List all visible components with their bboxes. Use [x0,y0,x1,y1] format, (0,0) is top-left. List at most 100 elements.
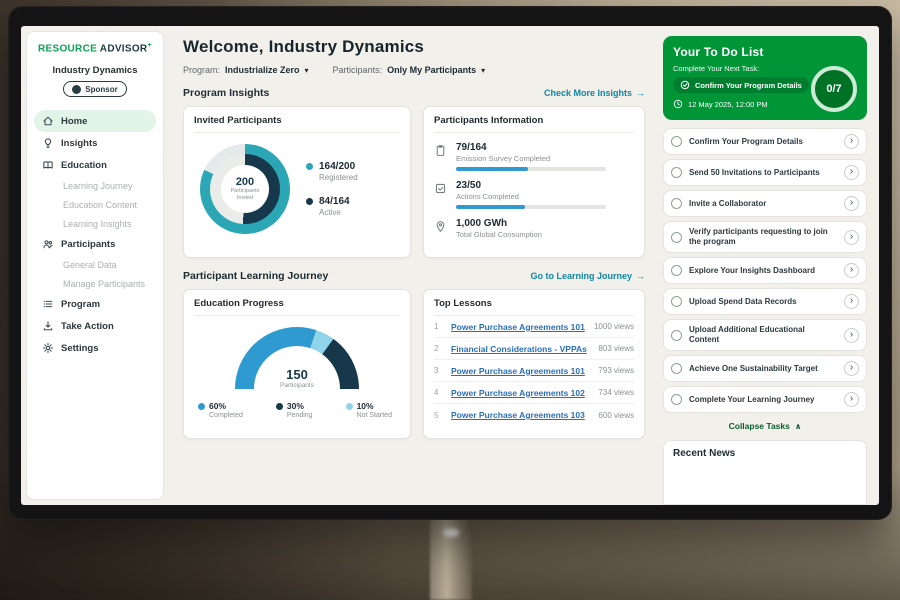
sidebar-item-label: Education [61,160,107,171]
emission-survey-row: 79/164 Emission Survey Completed [434,142,634,171]
task-confirm-program-details[interactable]: Confirm Your Program Details › [663,128,867,155]
scene: RESOURCE ADVISOR+ Industry Dynamics Spon… [0,0,900,600]
task-checkbox[interactable] [671,167,682,178]
task-checkbox[interactable] [671,198,682,209]
not-started-dot-icon [346,403,353,410]
pending-value: 30% [287,401,304,411]
sidebar-subitem-label: Manage Participants [63,279,145,289]
lightbulb-icon [42,137,54,149]
sponsor-icon [72,85,81,94]
lesson-link[interactable]: Power Purchase Agreements 103 [451,410,590,420]
education-progress-card: Education Progress 150 Participants 60% [183,289,411,439]
sidebar-item-learning-journey[interactable]: Learning Journey [34,176,156,195]
checklist-icon [434,182,447,195]
task-checkbox[interactable] [671,296,682,307]
registered-value: 164/200 [319,161,358,172]
sidebar-nav: Home Insights Education Learning Journey [34,110,156,359]
arrow-right-icon: → [636,88,645,98]
task-checkbox[interactable] [671,363,682,374]
registered-label: Registered [319,173,358,182]
sidebar-item-label: Program [61,299,100,310]
legend-completed: 60% Completed [198,401,243,419]
go-to-learning-journey-label: Go to Learning Journey [530,271,632,281]
sidebar-item-insights[interactable]: Insights [34,132,156,154]
todo-progress-ring: 0/7 [811,66,857,112]
chevron-right-icon[interactable]: › [844,165,859,180]
chevron-right-icon[interactable]: › [844,134,859,149]
check-more-insights-link[interactable]: Check More Insights → [544,88,645,98]
task-checkbox[interactable] [671,265,682,276]
program-insights-cards: Invited Participants 200 Participants In… [183,106,645,258]
todo-list-title: Your To Do List [673,45,857,59]
sponsor-badge[interactable]: Sponsor [63,81,126,97]
clock-icon [673,99,683,109]
legend-registered: 164/200 Registered [306,161,358,182]
invited-participants-title: Invited Participants [194,115,400,133]
task-upload-educational-content[interactable]: Upload Additional Educational Content › [663,319,867,351]
program-insights-header: Program Insights Check More Insights → [183,87,645,99]
lesson-link[interactable]: Power Purchase Agreements 101 [451,322,586,332]
monitor-bezel: RESOURCE ADVISOR+ Industry Dynamics Spon… [8,6,892,520]
next-task-pill[interactable]: Confirm Your Program Details [673,77,809,93]
collapse-tasks-link[interactable]: Collapse Tasks ∧ [663,421,867,431]
task-achieve-sustainability-target[interactable]: Achieve One Sustainability Target › [663,355,867,382]
task-checkbox[interactable] [671,232,682,243]
go-to-learning-journey-link[interactable]: Go to Learning Journey → [530,271,645,281]
lesson-views: 600 views [598,411,634,420]
participants-select[interactable]: Participants: Only My Participants ▾ [333,65,486,75]
task-explore-insights[interactable]: Explore Your Insights Dashboard › [663,257,867,284]
collapse-tasks-label: Collapse Tasks [729,421,790,431]
next-task-label: Confirm Your Program Details [695,81,802,90]
task-checkbox[interactable] [671,136,682,147]
completed-value: 60% [209,401,226,411]
sidebar-item-settings[interactable]: Settings [34,337,156,359]
legend-not-started: 10% Not Started [346,401,392,419]
chevron-right-icon[interactable]: › [844,361,859,376]
main-content: Welcome, Industry Dynamics Program: Indu… [169,26,657,505]
sidebar-item-home[interactable]: Home [34,110,156,132]
task-send-invitations[interactable]: Send 50 Invitations to Participants › [663,159,867,186]
chevron-right-icon[interactable]: › [844,196,859,211]
sidebar-item-program[interactable]: Program [34,293,156,315]
sidebar-item-education[interactable]: Education [34,154,156,176]
education-progress-title: Education Progress [194,298,400,316]
check-circle-icon [680,80,690,90]
participants-select-value: Only My Participants [387,65,476,75]
filters-row: Program: Industrialize Zero ▾ Participan… [183,65,645,75]
learning-journey-title: Participant Learning Journey [183,270,328,282]
task-verify-participants[interactable]: Verify participants requesting to join t… [663,221,867,253]
actions-completed-value: 23/50 [456,180,606,191]
chevron-right-icon[interactable]: › [844,294,859,309]
chevron-right-icon[interactable]: › [844,263,859,278]
lesson-link[interactable]: Financial Considerations - VPPAs [451,344,590,354]
sidebar-item-participants[interactable]: Participants [34,233,156,255]
task-invite-collaborator[interactable]: Invite a Collaborator › [663,190,867,217]
task-upload-spend-data[interactable]: Upload Spend Data Records › [663,288,867,315]
sidebar-subitem-label: Learning Insights [63,219,132,229]
sidebar-item-education-content[interactable]: Education Content [34,195,156,214]
recent-news-card: Recent News [663,440,867,505]
actions-completed-progress-fill [456,205,525,209]
list-icon [42,298,54,310]
sidebar-item-manage-participants[interactable]: Manage Participants [34,274,156,293]
todo-column: Your To Do List Complete Your Next Task:… [657,26,879,505]
lesson-link[interactable]: Power Purchase Agreements 102 [451,388,590,398]
sidebar-item-learning-insights[interactable]: Learning Insights [34,214,156,233]
legend-pending: 30% Pending [276,401,313,419]
chevron-right-icon[interactable]: › [844,392,859,407]
lesson-views: 734 views [598,388,634,397]
program-select[interactable]: Program: Industrialize Zero ▾ [183,65,309,75]
task-checkbox[interactable] [671,330,682,341]
lesson-link[interactable]: Power Purchase Agreements 101 [451,366,590,376]
sidebar-item-take-action[interactable]: Take Action [34,315,156,337]
sidebar-item-label: Insights [61,138,97,149]
chevron-right-icon[interactable]: › [844,230,859,245]
sidebar-item-label: Participants [61,239,115,250]
task-checkbox[interactable] [671,394,682,405]
due-date-label: 12 May 2025, 12:00 PM [688,100,768,109]
task-complete-learning-journey[interactable]: Complete Your Learning Journey › [663,386,867,413]
sidebar-item-general-data[interactable]: General Data [34,255,156,274]
actions-completed-label: Actions Completed [456,192,606,201]
emission-survey-progressbar [456,167,606,171]
chevron-right-icon[interactable]: › [844,328,859,343]
